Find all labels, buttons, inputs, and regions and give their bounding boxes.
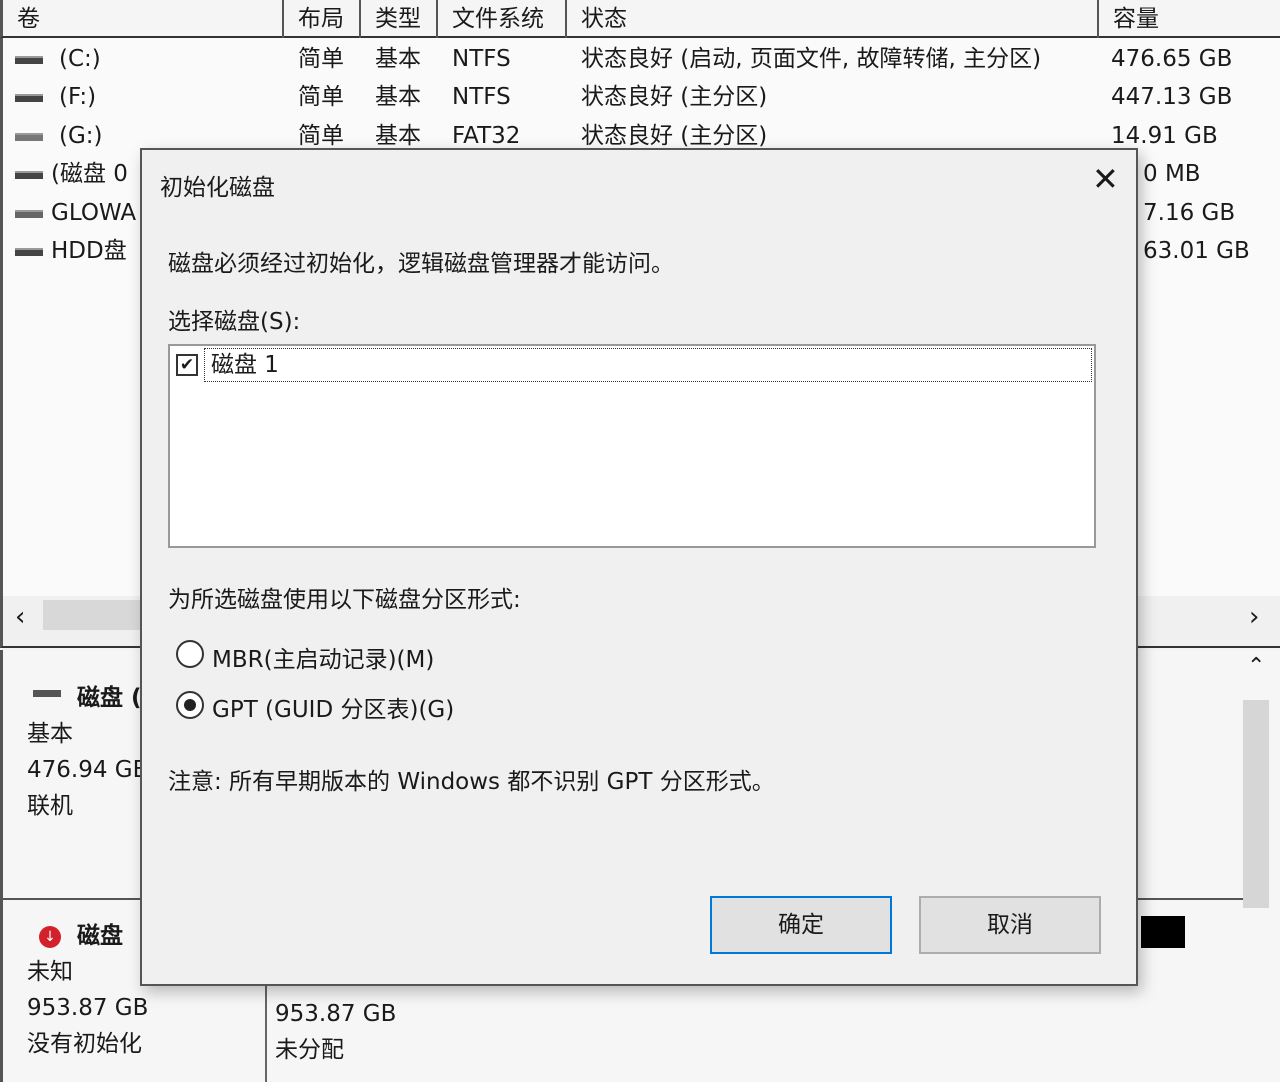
cell-volume: HDD盘 [51,238,127,264]
header-fs[interactable]: 文件系统 [438,0,567,38]
drive-icon [15,56,43,64]
dialog-title: 初始化磁盘 [160,175,275,201]
disk-status: 联机 [27,793,73,819]
cell-volume: (C:) [59,46,101,72]
cell-volume: (磁盘 0 [51,161,128,187]
disk-size: 476.94 GB [27,757,149,783]
disk-size: 953.87 GB [27,995,149,1021]
gpt-radio[interactable] [176,691,204,719]
cell-type: 基本 [375,84,421,110]
disk-name: 磁盘 ( [77,685,142,711]
dialog-message: 磁盘必须经过初始化，逻辑磁盘管理器才能访问。 [168,251,674,277]
cell-status: 状态良好 (启动, 页面文件, 故障转储, 主分区) [581,46,1042,72]
cell-capacity: 63.01 GB [1143,238,1250,264]
mbr-radio[interactable] [176,640,204,668]
cell-capacity: 476.65 GB [1111,46,1233,72]
scroll-up-icon[interactable]: ⌃ [1247,654,1265,679]
scroll-right-icon[interactable]: › [1249,602,1259,632]
cancel-button[interactable]: 取消 [919,896,1101,954]
divider [265,970,267,1082]
disk-0-info[interactable]: 磁盘 ( 基本 476.94 GB 联机 [27,680,148,824]
mbr-label[interactable]: MBR(主启动记录)(M) [212,640,434,674]
disk-type: 未知 [27,959,73,985]
cell-status: 状态良好 (主分区) [581,84,768,110]
disk-checkbox[interactable]: ✔ [176,354,198,376]
scroll-left-icon[interactable]: ‹ [15,602,25,632]
disk-type: 基本 [27,721,73,747]
drive-icon [15,210,43,218]
cell-volume: GLOWA [51,200,137,226]
close-icon[interactable]: ✕ [1092,160,1119,198]
gpt-label[interactable]: GPT (GUID 分区表)(G) [212,690,454,724]
initialize-disk-dialog: 初始化磁盘 ✕ 磁盘必须经过初始化，逻辑磁盘管理器才能访问。 选择磁盘(S): … [140,148,1138,986]
scroll-thumb[interactable] [43,600,143,630]
disk-list-item[interactable]: 磁盘 1 [204,348,1092,382]
drive-icon [15,248,43,256]
header-layout[interactable]: 布局 [284,0,361,38]
disk-name: 磁盘 [77,923,123,949]
cell-volume: (F:) [59,84,97,110]
column-header: 卷 布局 类型 文件系统 状态 容量 [0,0,1280,38]
header-type[interactable]: 类型 [361,0,438,38]
partition-style-label: 为所选磁盘使用以下磁盘分区形式: [168,587,521,613]
cell-capacity: 7.16 GB [1143,200,1236,226]
radio-dot [184,699,196,711]
ok-button[interactable]: 确定 [710,896,892,954]
disk-list: ✔ 磁盘 1 [168,344,1096,548]
table-row[interactable]: (F:) 简单 基本 NTFS 状态良好 (主分区) 447.13 GB [3,78,1280,116]
drive-icon [15,94,43,102]
partition-header-bar [1141,916,1185,948]
cell-volume: (G:) [59,123,103,149]
cell-fs: NTFS [452,46,511,72]
select-disk-label: 选择磁盘(S): [168,309,301,335]
partition-size: 953.87 GB [275,1001,397,1027]
cell-capacity: 0 MB [1143,161,1201,187]
drive-icon [15,171,43,179]
disk-status: 没有初始化 [27,1031,142,1057]
cell-capacity: 447.13 GB [1111,84,1233,110]
partition-status: 未分配 [275,1037,344,1063]
cell-fs: NTFS [452,84,511,110]
vertical-scroll-thumb[interactable] [1243,700,1269,908]
disk-1-info[interactable]: 磁盘 未知 953.87 GB 没有初始化 [27,918,148,1062]
header-volume[interactable]: 卷 [3,0,284,38]
cell-layout: 简单 [298,84,344,110]
table-row[interactable]: (C:) 简单 基本 NTFS 状态良好 (启动, 页面文件, 故障转储, 主分区) 47… [3,40,1280,78]
header-status[interactable]: 状态 [567,0,1099,38]
unallocated-partition[interactable]: 953.87 GB 未分配 [275,996,396,1068]
cell-type: 基本 [375,46,421,72]
drive-icon [15,133,43,141]
dialog-note: 注意: 所有早期版本的 Windows 都不识别 GPT 分区形式。 [168,769,775,795]
cell-layout: 简单 [298,46,344,72]
header-capacity[interactable]: 容量 [1099,0,1280,38]
